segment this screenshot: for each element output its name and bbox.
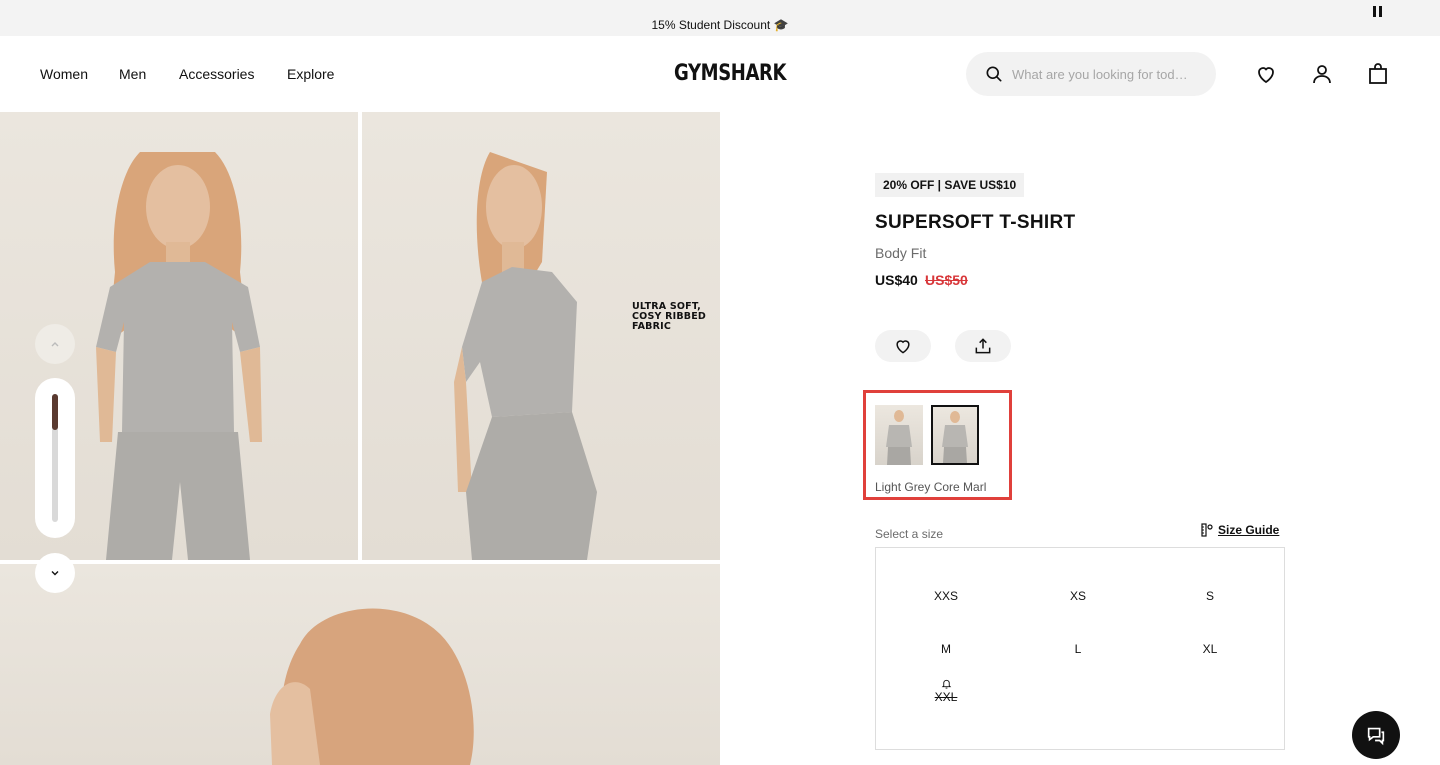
colour-swatch-1[interactable] [875,405,923,465]
size-text: M [941,642,951,656]
ruler-icon [1201,523,1213,537]
size-option-s[interactable]: S [1150,576,1270,616]
search-input[interactable] [1012,64,1204,84]
size-text: XXS [933,589,958,603]
product-title: SUPERSOFT T-SHIRT [875,212,1076,233]
pause-icon-bar-left [1372,5,1376,17]
model-closeup-illustration [270,608,474,765]
size-grid: XXS XS S M L XL XXL [875,547,1285,750]
chat-button[interactable] [1352,711,1400,759]
gallery-next-button[interactable] [35,553,75,593]
size-text: XXL [934,690,958,704]
pause-icon-bar-right [1378,5,1382,17]
product-gallery: ULTRA SOFT, COSY RIBBED FABRIC [0,112,720,765]
swatch-thumbnail-1 [886,410,912,465]
size-guide-label: Size Guide [1218,523,1280,537]
product-fit: Body Fit [875,245,927,261]
size-text: XL [1202,642,1218,656]
promo-text[interactable]: 15% Student Discount 🎓 [0,18,1440,32]
size-text: XS [1069,589,1086,603]
size-option-xxl-out-of-stock[interactable]: XXL [886,671,1006,711]
bag-icon[interactable] [1366,62,1390,86]
search-bar[interactable] [966,52,1216,96]
swatch-thumbnail-2 [942,411,968,463]
product-info-panel: 20% OFF | SAVE US$10 SUPERSOFT T-SHIRT B… [720,112,1440,765]
share-button[interactable] [955,330,1011,362]
chevron-down-icon [51,571,59,576]
price-original: US$50 [925,272,968,288]
discount-badge: 20% OFF | SAVE US$10 [875,173,1025,197]
nav-women[interactable]: Women [40,66,88,82]
brand-logo[interactable]: GYMSHARK [674,61,786,86]
nav-accessories[interactable]: Accessories [179,66,254,82]
search-icon [986,66,1002,82]
nav-explore[interactable]: Explore [287,66,334,82]
photo-caption: ULTRA SOFT, COSY RIBBED FABRIC [632,301,706,332]
price-current: US$40 [875,272,918,288]
chevron-up-icon [51,342,59,347]
model-side-illustration [454,152,597,560]
size-option-l[interactable]: L [1018,629,1138,669]
size-option-xs[interactable]: XS [1018,576,1138,616]
gallery-scroll-thumb[interactable] [52,394,58,430]
notify-bell-icon [941,679,951,689]
size-option-xxs[interactable]: XXS [886,576,1006,616]
size-select-label: Select a size [875,527,944,541]
share-icon [975,338,991,354]
size-text: L [1074,642,1082,656]
wishlist-button[interactable] [875,330,931,362]
wishlist-heart-icon [896,340,910,354]
account-icon[interactable] [1310,62,1334,86]
size-option-m[interactable]: M [886,629,1006,669]
product-photo-side[interactable]: ULTRA SOFT, COSY RIBBED FABRIC [362,112,720,560]
colour-swatch-2-selected[interactable] [931,405,979,465]
heart-icon[interactable] [1254,62,1278,86]
colour-name: Light Grey Core Marl [875,480,987,494]
size-text: S [1205,589,1214,603]
gallery-prev-button[interactable] [35,324,75,364]
gallery-scroll-track[interactable] [35,378,75,538]
chat-icon [1367,727,1385,746]
product-photo-closeup[interactable] [0,564,720,765]
pause-button[interactable] [1369,3,1385,19]
size-guide-link[interactable]: Size Guide [1200,523,1279,537]
nav-men[interactable]: Men [119,66,146,82]
site-header: Women Men Accessories Explore GYMSHARK [0,36,1440,112]
gallery-scroll-rail [52,394,58,522]
colour-selector: Light Grey Core Marl [863,390,1012,500]
size-option-xl[interactable]: XL [1150,629,1270,669]
promo-bar: 15% Student Discount 🎓 [0,0,1440,36]
